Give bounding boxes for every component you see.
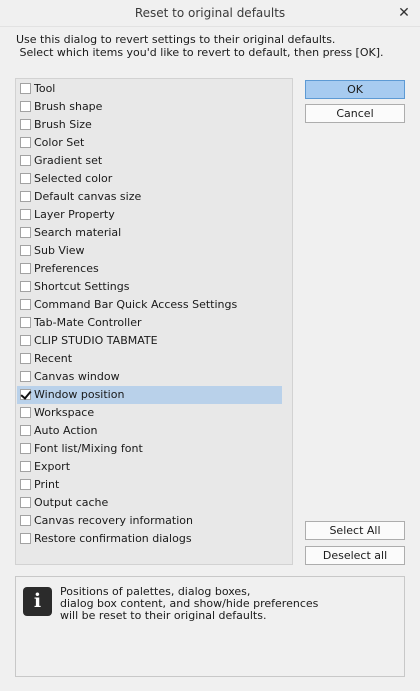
list-item[interactable]: Brush Size: [17, 116, 282, 134]
checkbox[interactable]: [20, 101, 31, 112]
list-item[interactable]: Tab-Mate Controller: [17, 314, 282, 332]
list-item[interactable]: Layer Property: [17, 206, 282, 224]
checkbox[interactable]: [20, 137, 31, 148]
list-item-label: Print: [34, 478, 60, 491]
checkbox[interactable]: [20, 443, 31, 454]
list-item-label: Sub View: [34, 244, 85, 257]
info-panel: i Positions of palettes, dialog boxes, d…: [15, 576, 405, 677]
list-item-label: Default canvas size: [34, 190, 142, 203]
checkbox[interactable]: [20, 155, 31, 166]
list-item-label: Recent: [34, 352, 73, 365]
list-item[interactable]: Search material: [17, 224, 282, 242]
list-item[interactable]: Restore confirmation dialogs: [17, 530, 282, 548]
list-item-label: Selected color: [34, 172, 113, 185]
list-item-label: Restore confirmation dialogs: [34, 532, 192, 545]
list-item-label: Window position: [34, 388, 125, 401]
description: Use this dialog to revert settings to th…: [16, 33, 408, 59]
list-item-label: Preferences: [34, 262, 99, 275]
list-item[interactable]: Brush shape: [17, 98, 282, 116]
checkbox[interactable]: [20, 299, 31, 310]
checkbox[interactable]: [20, 281, 31, 292]
list-item-label: Auto Action: [34, 424, 98, 437]
checkbox[interactable]: [20, 173, 31, 184]
list-item-label: Canvas window: [34, 370, 120, 383]
select-all-button[interactable]: Select All: [305, 521, 405, 540]
list-item-label: CLIP STUDIO TABMATE: [34, 334, 158, 347]
list-item-label: Output cache: [34, 496, 109, 509]
window-title: Reset to original defaults: [134, 6, 286, 20]
list-item[interactable]: Selected color: [17, 170, 282, 188]
checkbox[interactable]: [20, 371, 31, 382]
checkbox[interactable]: [20, 227, 31, 238]
ok-button[interactable]: OK: [305, 80, 405, 99]
checkbox[interactable]: [20, 317, 31, 328]
info-icon: i: [23, 587, 52, 616]
checkbox[interactable]: [20, 245, 31, 256]
list-item[interactable]: Recent: [17, 350, 282, 368]
close-button[interactable]: ✕: [394, 3, 414, 23]
checkbox[interactable]: [20, 461, 31, 472]
info-line-3: will be reset to their original defaults…: [60, 609, 267, 622]
list-item[interactable]: Canvas recovery information: [17, 512, 282, 530]
cancel-button[interactable]: Cancel: [305, 104, 405, 123]
list-item[interactable]: Sub View: [17, 242, 282, 260]
checkbox[interactable]: [20, 479, 31, 490]
info-text: Positions of palettes, dialog boxes, dia…: [60, 586, 390, 622]
list-item[interactable]: Preferences: [17, 260, 282, 278]
description-line-2: Select which items you'd like to revert …: [16, 46, 384, 59]
list-item-label: Brush Size: [34, 118, 92, 131]
list-item[interactable]: Auto Action: [17, 422, 282, 440]
list-item-label: Color Set: [34, 136, 85, 149]
list-item[interactable]: Gradient set: [17, 152, 282, 170]
list-item[interactable]: Canvas window: [17, 368, 282, 386]
list-item-label: Layer Property: [34, 208, 115, 221]
list-item-label: Command Bar Quick Access Settings: [34, 298, 238, 311]
list-item[interactable]: CLIP STUDIO TABMATE: [17, 332, 282, 350]
list-item[interactable]: Window position: [17, 386, 282, 404]
list-item-label: Brush shape: [34, 100, 103, 113]
list-item[interactable]: Color Set: [17, 134, 282, 152]
list-item[interactable]: Shortcut Settings: [17, 278, 282, 296]
list-item[interactable]: Output cache: [17, 494, 282, 512]
list-item-label: Workspace: [34, 406, 95, 419]
list-item-label: Search material: [34, 226, 122, 239]
checkbox[interactable]: [20, 263, 31, 274]
checkbox[interactable]: [20, 515, 31, 526]
list-item-label: Gradient set: [34, 154, 103, 167]
checkbox[interactable]: [20, 353, 31, 364]
deselect-all-button[interactable]: Deselect all: [305, 546, 405, 565]
checkbox[interactable]: [20, 209, 31, 220]
list-item-label: Shortcut Settings: [34, 280, 130, 293]
description-line-1: Use this dialog to revert settings to th…: [16, 33, 336, 46]
list-item-label: Font list/Mixing font: [34, 442, 143, 455]
list-item[interactable]: Font list/Mixing font: [17, 440, 282, 458]
checkbox[interactable]: [20, 335, 31, 346]
list-item[interactable]: Tool: [17, 80, 282, 98]
checkbox[interactable]: [20, 389, 31, 400]
checkbox[interactable]: [20, 191, 31, 202]
checkbox[interactable]: [20, 425, 31, 436]
list-item-label: Export: [34, 460, 71, 473]
checkbox[interactable]: [20, 407, 31, 418]
list-item[interactable]: Workspace: [17, 404, 282, 422]
list-item-label: Canvas recovery information: [34, 514, 193, 527]
checkbox[interactable]: [20, 83, 31, 94]
checkbox[interactable]: [20, 533, 31, 544]
list-item-label: Tool: [34, 82, 56, 95]
checkbox[interactable]: [20, 119, 31, 130]
list-item[interactable]: Export: [17, 458, 282, 476]
list-item[interactable]: Print: [17, 476, 282, 494]
list-item[interactable]: Default canvas size: [17, 188, 282, 206]
title-bar: Reset to original defaults ✕: [0, 0, 420, 27]
settings-list[interactable]: Tool Brush shape Brush Size Color Set Gradie…: [15, 78, 293, 565]
list-item-label: Tab-Mate Controller: [34, 316, 142, 329]
checkbox[interactable]: [20, 497, 31, 508]
list-item[interactable]: Command Bar Quick Access Settings: [17, 296, 282, 314]
